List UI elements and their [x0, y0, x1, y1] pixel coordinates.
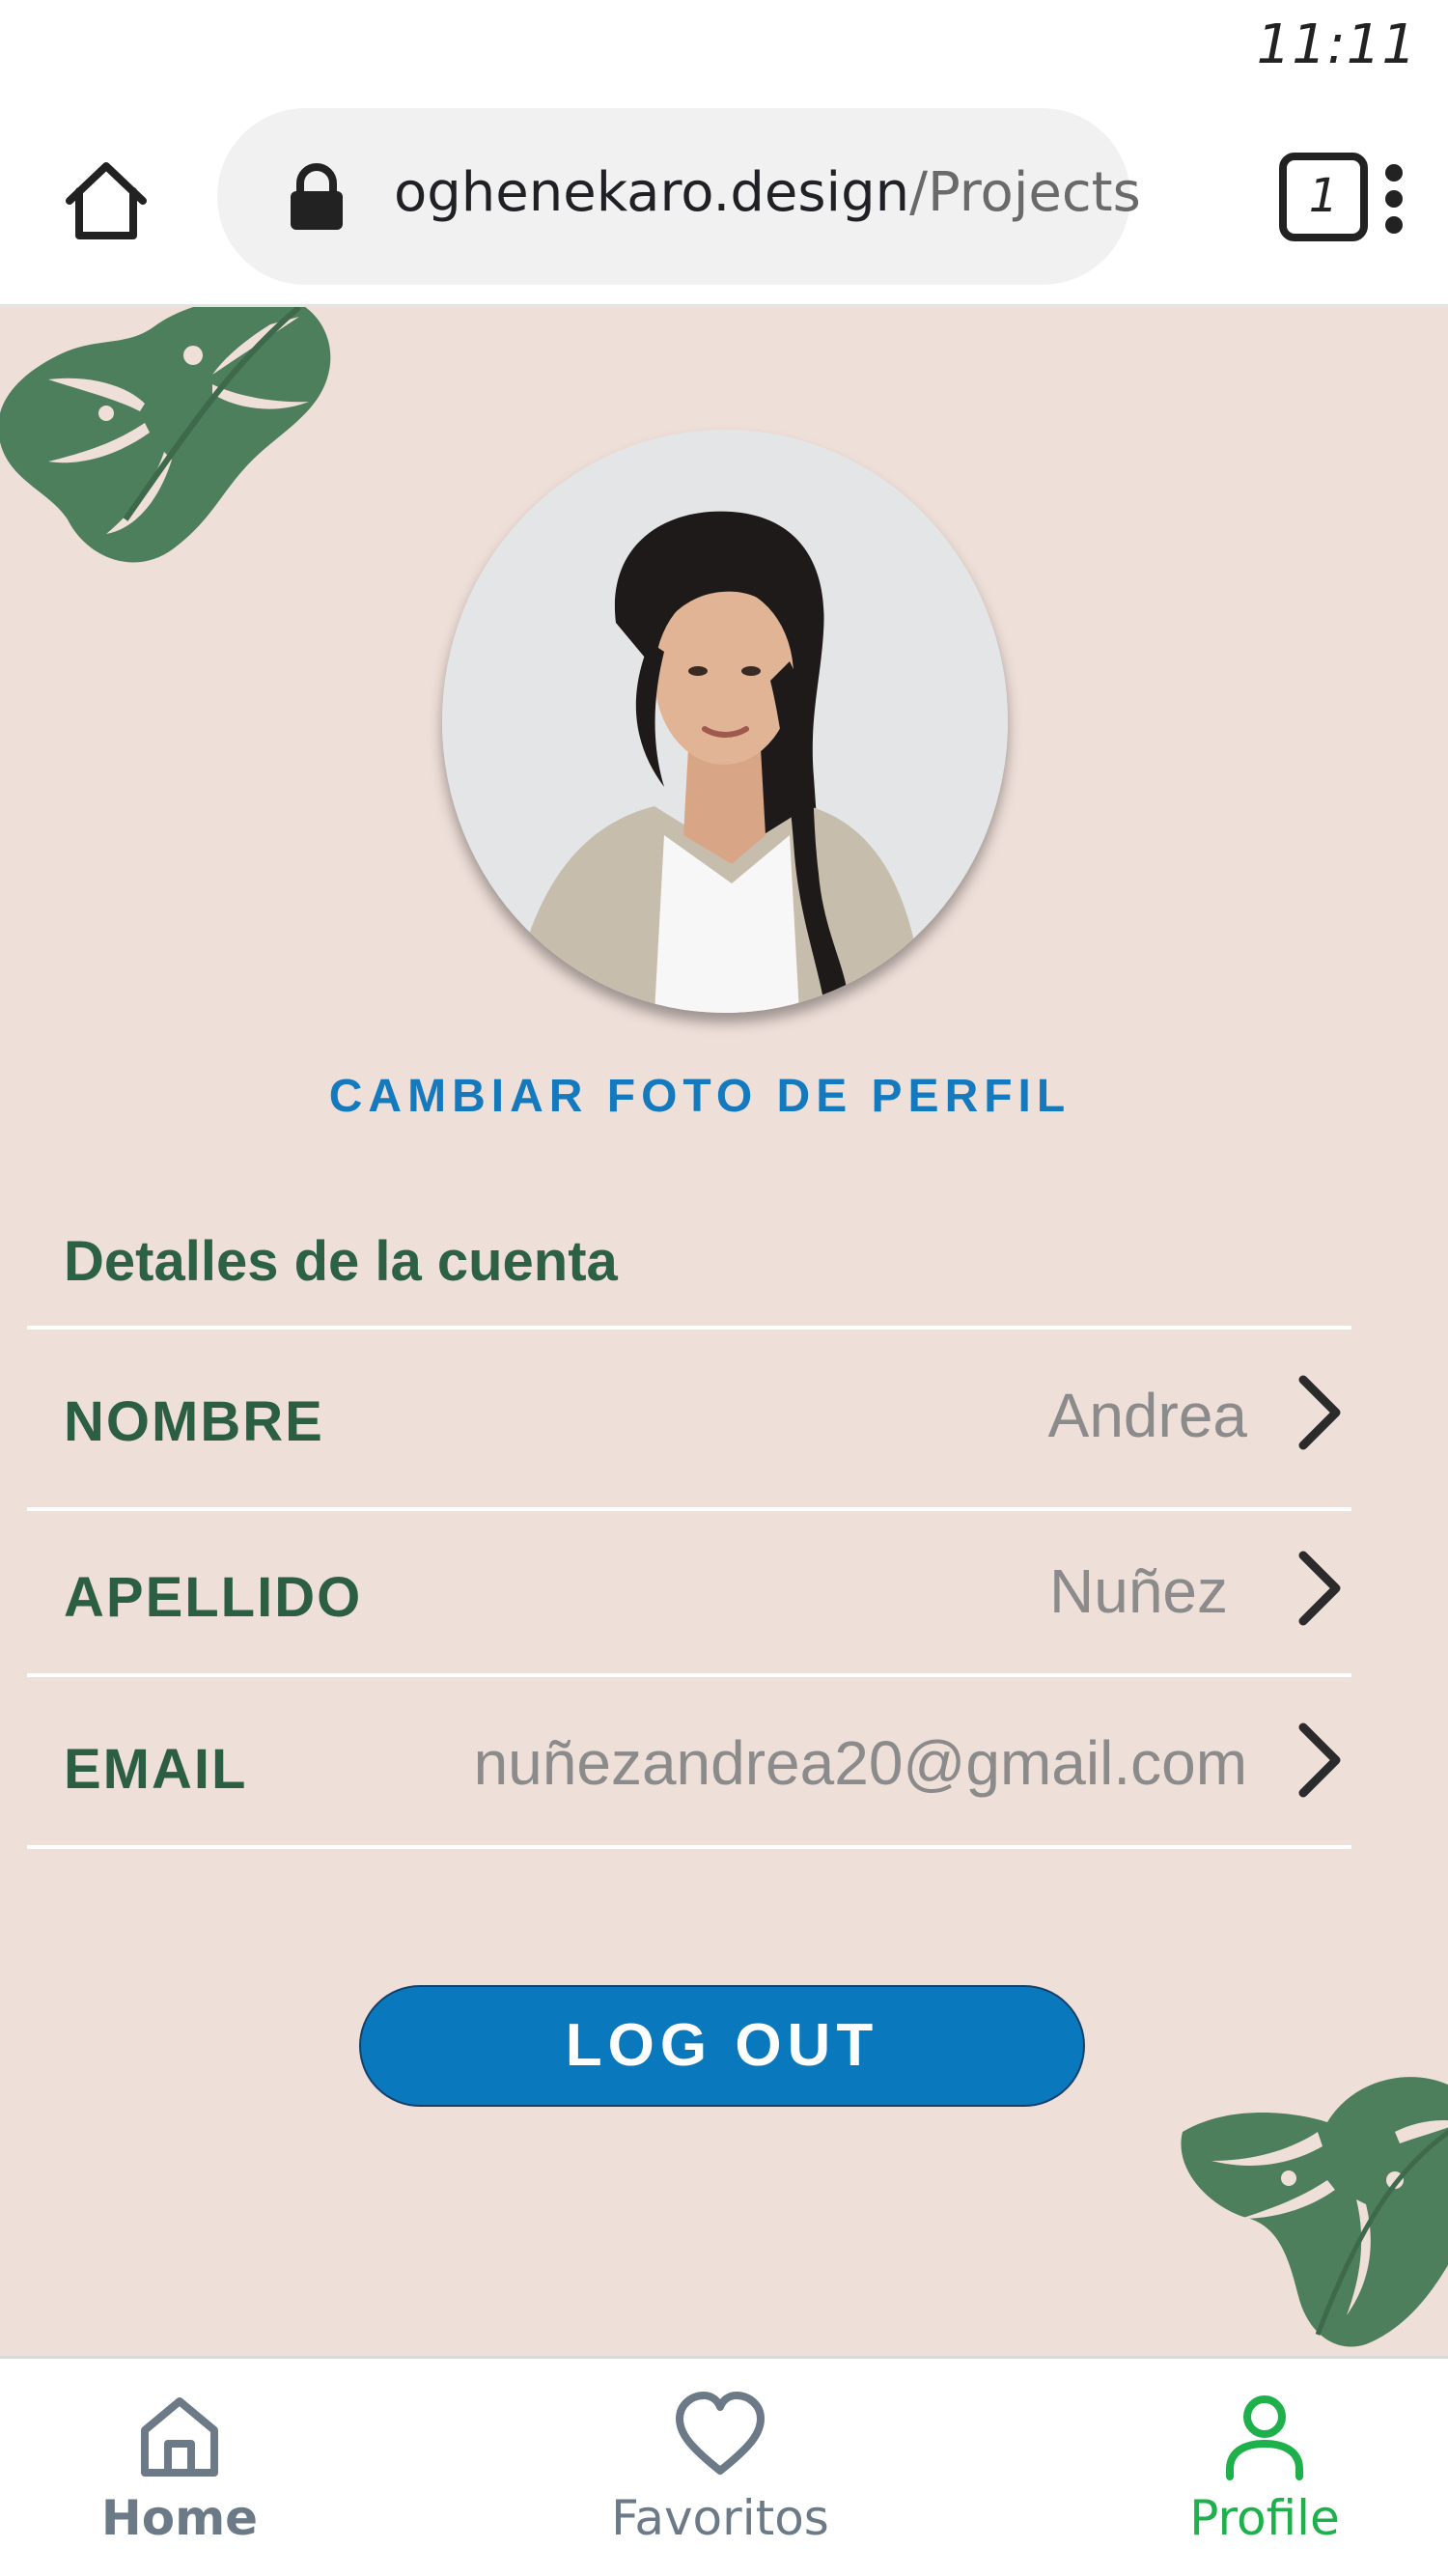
profile-avatar[interactable] — [442, 430, 1008, 1013]
url-domain: oghenekaro.design — [394, 161, 910, 224]
nav-favoritos[interactable]: Favoritos — [575, 2388, 865, 2571]
browser-toolbar: oghenekaro.design/Projects 1 — [0, 97, 1448, 307]
logout-button[interactable]: LOG OUT — [359, 1985, 1085, 2107]
nav-favoritos-label: Favoritos — [611, 2490, 829, 2546]
monstera-leaf-decoration — [1181, 2077, 1448, 2347]
bottom-navigation: Home Favoritos Profile — [0, 2356, 1448, 2576]
nav-home-label: Home — [100, 2490, 259, 2546]
address-bar[interactable]: oghenekaro.design/Projects — [217, 108, 1141, 285]
chevron-right-icon — [1298, 1551, 1341, 1626]
monstera-leaf-decoration — [0, 307, 331, 563]
browser-menu-icon[interactable] — [1378, 164, 1409, 241]
heart-icon — [676, 2392, 765, 2475]
change-photo-link[interactable]: CAMBIAR FOTO DE PERFIL — [0, 1070, 1400, 1123]
home-icon — [141, 2397, 218, 2477]
nav-profile-label: Profile — [1189, 2490, 1340, 2546]
tab-switcher-button[interactable]: 1 — [1279, 153, 1368, 241]
url-text: oghenekaro.design/Projects — [394, 161, 1141, 224]
profile-page: CAMBIAR FOTO DE PERFIL Detalles de la cu… — [0, 307, 1448, 2356]
lock-icon — [291, 163, 343, 230]
account-row-nombre[interactable]: NOMBRE Andrea — [27, 1326, 1351, 1507]
status-time: 11:11 — [1256, 14, 1417, 76]
account-row-apellido[interactable]: APELLIDO Nuñez — [27, 1507, 1351, 1673]
url-path: /Projects — [909, 161, 1141, 224]
status-bar: 11:11 — [0, 0, 1448, 97]
nav-profile[interactable]: Profile — [1120, 2388, 1409, 2571]
row-label: NOMBRE — [64, 1390, 324, 1453]
person-icon — [1226, 2395, 1303, 2480]
account-row-email[interactable]: EMAIL nuñezandrea20@gmail.com — [27, 1673, 1351, 1845]
browser-home-icon[interactable] — [58, 153, 154, 249]
chevron-right-icon — [1298, 1375, 1341, 1450]
nav-home[interactable]: Home — [35, 2388, 324, 2571]
section-title: Detalles de la cuenta — [64, 1230, 618, 1293]
row-label: EMAIL — [64, 1738, 248, 1801]
chevron-right-icon — [1298, 1722, 1341, 1798]
row-value: Nuñez — [1049, 1556, 1228, 1626]
profile-photo — [442, 430, 1008, 1013]
row-value: nuñezandrea20@gmail.com — [473, 1728, 1247, 1798]
row-value: Andrea — [1047, 1381, 1247, 1450]
row-divider — [27, 1845, 1351, 1849]
row-label: APELLIDO — [64, 1566, 363, 1629]
